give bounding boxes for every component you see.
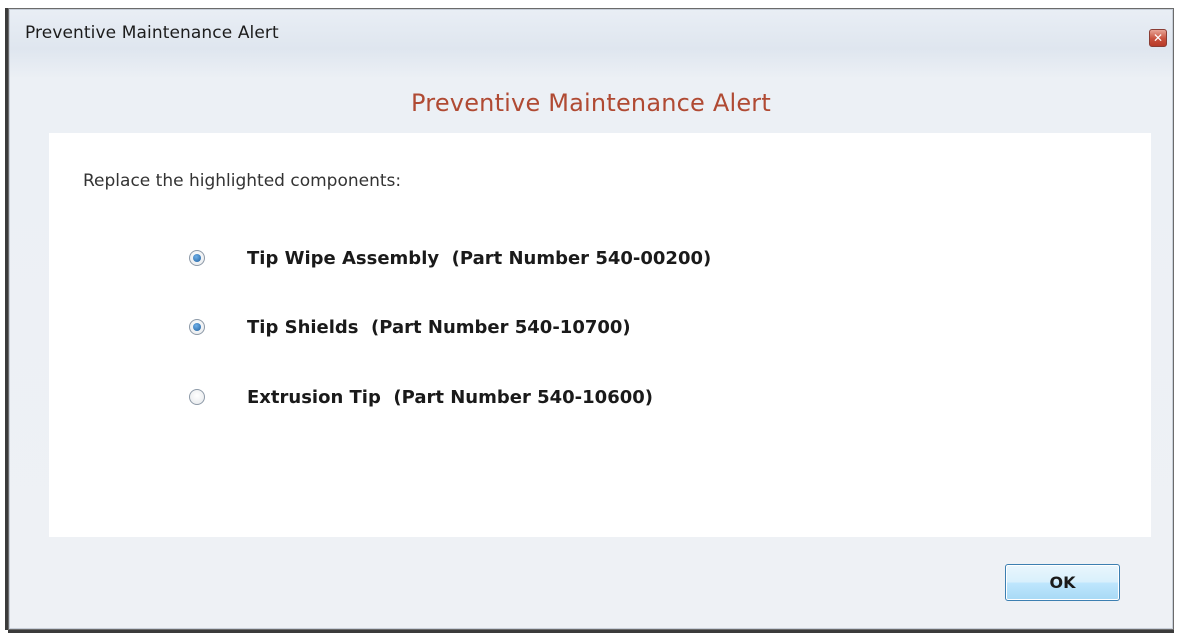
window-title: Preventive Maintenance Alert	[25, 23, 279, 43]
instruction-text: Replace the highlighted components:	[83, 171, 402, 191]
dialog-window: Preventive Maintenance Alert ✕ Preventiv…	[8, 8, 1174, 630]
page-title: Preventive Maintenance Alert	[411, 89, 771, 117]
option-label: Extrusion Tip (Part Number 540-10600)	[247, 386, 653, 408]
option-label: Tip Shields (Part Number 540-10700)	[247, 316, 631, 338]
radio-tip-shields[interactable]	[189, 319, 205, 335]
close-icon[interactable]: ✕	[1149, 29, 1167, 47]
option-tip-wipe-assembly[interactable]: Tip Wipe Assembly (Part Number 540-00200…	[189, 246, 711, 270]
ok-button[interactable]: OK	[1005, 564, 1120, 601]
content-panel: Replace the highlighted components: Tip …	[49, 133, 1151, 537]
title-bar[interactable]: Preventive Maintenance Alert ✕	[9, 9, 1173, 59]
radio-extrusion-tip[interactable]	[189, 389, 205, 405]
option-extrusion-tip[interactable]: Extrusion Tip (Part Number 540-10600)	[189, 385, 653, 409]
option-label: Tip Wipe Assembly (Part Number 540-00200…	[247, 247, 712, 269]
radio-tip-wipe-assembly[interactable]	[189, 250, 205, 266]
option-tip-shields[interactable]: Tip Shields (Part Number 540-10700)	[189, 315, 631, 339]
